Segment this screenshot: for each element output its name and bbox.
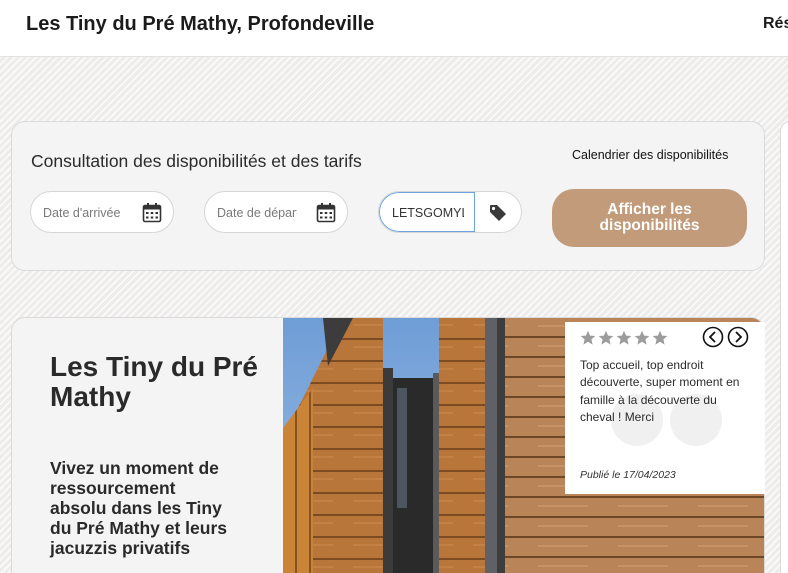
nav-item-reservation[interactable]: Rés xyxy=(763,15,788,33)
promo-code-field xyxy=(378,191,522,233)
listing-title: Les Tiny du Pré Mathy xyxy=(50,351,258,412)
departure-date-field[interactable] xyxy=(204,191,348,233)
show-availability-button[interactable]: Afficher les disponibilités xyxy=(552,189,747,247)
calendar-icon[interactable] xyxy=(316,202,336,223)
arrival-date-field[interactable] xyxy=(30,191,174,233)
listing-tagline: Vivez un moment de ressourcement absolu … xyxy=(50,458,227,558)
review-card: Top accueil, top endroit découverte, sup… xyxy=(565,322,765,494)
star-icon xyxy=(652,330,668,345)
tag-icon xyxy=(490,205,506,221)
side-card xyxy=(780,121,788,573)
departure-date-input[interactable] xyxy=(217,204,297,222)
review-date: Publié le 17/04/2023 xyxy=(580,469,676,481)
star-icon xyxy=(580,330,596,345)
site-header: Les Tiny du Pré Mathy, Profondeville Rés xyxy=(0,0,788,57)
calendar-icon[interactable] xyxy=(142,202,162,223)
star-icon xyxy=(598,330,614,345)
booking-panel: Consultation des disponibilités et des t… xyxy=(11,121,765,271)
review-text: Top accueil, top endroit découverte, sup… xyxy=(580,358,740,424)
chevron-right-icon[interactable] xyxy=(727,326,749,348)
star-rating xyxy=(580,330,668,346)
promo-code-input[interactable] xyxy=(392,204,464,222)
site-title[interactable]: Les Tiny du Pré Mathy, Profondeville xyxy=(26,13,374,36)
promo-code-input-wrap[interactable] xyxy=(379,192,475,232)
star-icon xyxy=(616,330,632,345)
star-icon xyxy=(634,330,650,345)
chevron-left-icon[interactable] xyxy=(702,326,724,348)
arrival-date-input[interactable] xyxy=(43,204,123,222)
availability-calendar-link[interactable]: Calendrier des disponibilités xyxy=(572,148,728,162)
booking-title: Consultation des disponibilités et des t… xyxy=(31,151,362,171)
